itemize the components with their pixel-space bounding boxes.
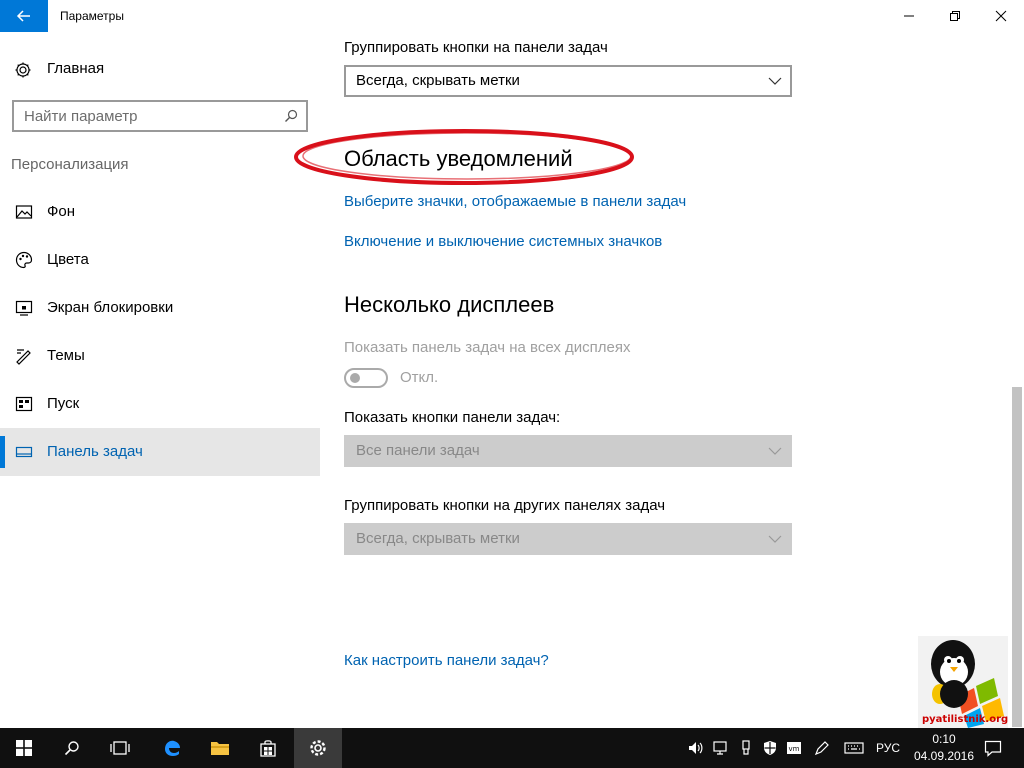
back-button[interactable] xyxy=(0,0,48,32)
settings-taskbar-button[interactable] xyxy=(294,728,342,768)
search-taskbar-button[interactable] xyxy=(48,728,96,768)
store-button[interactable] xyxy=(244,728,292,768)
sidebar-item-label: Пуск xyxy=(47,395,80,412)
arrow-left-icon xyxy=(16,10,30,22)
scroll-thumb[interactable] xyxy=(1012,387,1022,727)
show-buttons-select[interactable]: Все панели задач xyxy=(344,435,792,467)
toggle-state-label: Откл. xyxy=(400,369,439,386)
close-button[interactable] xyxy=(978,0,1024,32)
show-buttons-label: Показать кнопки панели задач: xyxy=(344,409,561,426)
folder-icon xyxy=(211,742,229,755)
edge-browser-button[interactable] xyxy=(148,728,196,768)
lock-screen-icon xyxy=(15,300,33,316)
show-taskbar-all-displays-label: Показать панель задач на всех дисплеях xyxy=(344,339,631,356)
close-icon xyxy=(995,10,1007,22)
home-label: Главная xyxy=(47,60,105,77)
vm-tools-icon[interactable]: vm xyxy=(786,740,802,756)
sidebar-item-start[interactable]: Пуск xyxy=(0,380,320,428)
sidebar-item-label: Темы xyxy=(47,347,85,364)
clock-time[interactable]: 0:10 xyxy=(918,732,970,746)
group-other-select[interactable]: Всегда, скрывать метки xyxy=(344,523,792,555)
group-buttons-select[interactable]: Всегда, скрывать метки xyxy=(344,65,792,97)
minimize-icon xyxy=(904,15,914,17)
show-buttons-value: Все панели задач xyxy=(356,442,480,459)
sidebar-item-label: Экран блокировки xyxy=(47,299,174,316)
defender-icon[interactable] xyxy=(762,740,778,756)
restore-icon xyxy=(950,11,960,21)
active-indicator xyxy=(0,436,5,468)
svg-text:vm: vm xyxy=(789,745,800,753)
usb-icon[interactable] xyxy=(738,740,754,756)
gear-icon xyxy=(310,740,326,756)
search-input[interactable] xyxy=(24,106,274,126)
chevron-down-icon xyxy=(768,77,782,85)
store-icon xyxy=(260,740,276,757)
search-icon[interactable] xyxy=(284,109,298,123)
palette-icon xyxy=(15,251,33,269)
watermark-text: pyatilistnik.org xyxy=(922,714,1009,725)
sidebar-item-label: Панель задач xyxy=(47,443,143,460)
start-icon xyxy=(15,396,33,412)
multiple-displays-heading: Несколько дисплеев xyxy=(344,292,555,317)
volume-icon[interactable] xyxy=(688,740,704,756)
title-bar: Параметры xyxy=(0,0,1024,32)
select-icons-link[interactable]: Выберите значки, отображаемые в панели з… xyxy=(344,193,686,210)
sidebar-item-taskbar[interactable]: Панель задач xyxy=(0,428,320,476)
group-buttons-value: Всегда, скрывать метки xyxy=(356,72,520,89)
start-button[interactable] xyxy=(0,728,48,768)
taskbar-icon xyxy=(15,446,33,458)
main-content: Группировать кнопки на панели задач Всег… xyxy=(294,32,1010,728)
search-box[interactable] xyxy=(12,100,308,132)
toggle-knob xyxy=(350,373,360,383)
group-buttons-label: Группировать кнопки на панели задач xyxy=(344,39,608,56)
action-center-icon[interactable] xyxy=(984,739,1002,757)
edge-browser-icon xyxy=(165,740,180,756)
home-nav-item[interactable]: Главная xyxy=(0,54,320,84)
taskbar: vm РУС 0:10 04.09.2016 xyxy=(0,728,1024,768)
minimize-button[interactable] xyxy=(886,0,932,32)
notification-area-heading: Область уведомлений xyxy=(344,146,573,171)
network-icon[interactable] xyxy=(712,740,728,756)
image-icon xyxy=(15,205,33,219)
clock-date[interactable]: 04.09.2016 xyxy=(906,749,982,763)
sidebar: Главная Персонализация Фон Цвета xyxy=(0,32,320,728)
sidebar-nav: Фон Цвета Экран блокировки Темы Пуск Пан… xyxy=(0,188,320,476)
windows-logo-icon xyxy=(16,740,32,756)
sidebar-item-colors[interactable]: Цвета xyxy=(0,236,320,284)
watermark-logo: pyatilistnik.org xyxy=(918,636,1008,728)
sidebar-item-themes[interactable]: Темы xyxy=(0,332,320,380)
themes-icon xyxy=(16,349,31,365)
sidebar-item-background[interactable]: Фон xyxy=(0,188,320,236)
search-icon xyxy=(64,741,79,756)
group-other-label: Группировать кнопки на других панелях за… xyxy=(344,497,666,514)
language-indicator[interactable]: РУС xyxy=(876,741,900,755)
system-icons-link[interactable]: Включение и выключение системных значков xyxy=(344,233,662,250)
window-title: Параметры xyxy=(60,9,124,23)
task-view-button[interactable] xyxy=(96,728,144,768)
keyboard-icon[interactable] xyxy=(844,740,864,756)
task-view-icon xyxy=(110,741,130,755)
chevron-down-icon xyxy=(768,447,782,455)
chevron-down-icon xyxy=(768,535,782,543)
help-link[interactable]: Как настроить панели задач? xyxy=(344,652,549,669)
group-other-value: Всегда, скрывать метки xyxy=(356,530,520,547)
file-explorer-button[interactable] xyxy=(196,728,244,768)
sidebar-item-label: Цвета xyxy=(47,251,89,268)
show-taskbar-all-displays-toggle[interactable] xyxy=(344,368,388,388)
sidebar-item-label: Фон xyxy=(47,203,76,220)
scrollbar[interactable] xyxy=(1010,32,1024,728)
gear-icon xyxy=(15,62,31,78)
pen-icon[interactable] xyxy=(814,740,830,756)
sidebar-item-lock-screen[interactable]: Экран блокировки xyxy=(0,284,320,332)
section-header-personalization: Персонализация xyxy=(11,156,129,173)
maximize-button[interactable] xyxy=(932,0,978,32)
